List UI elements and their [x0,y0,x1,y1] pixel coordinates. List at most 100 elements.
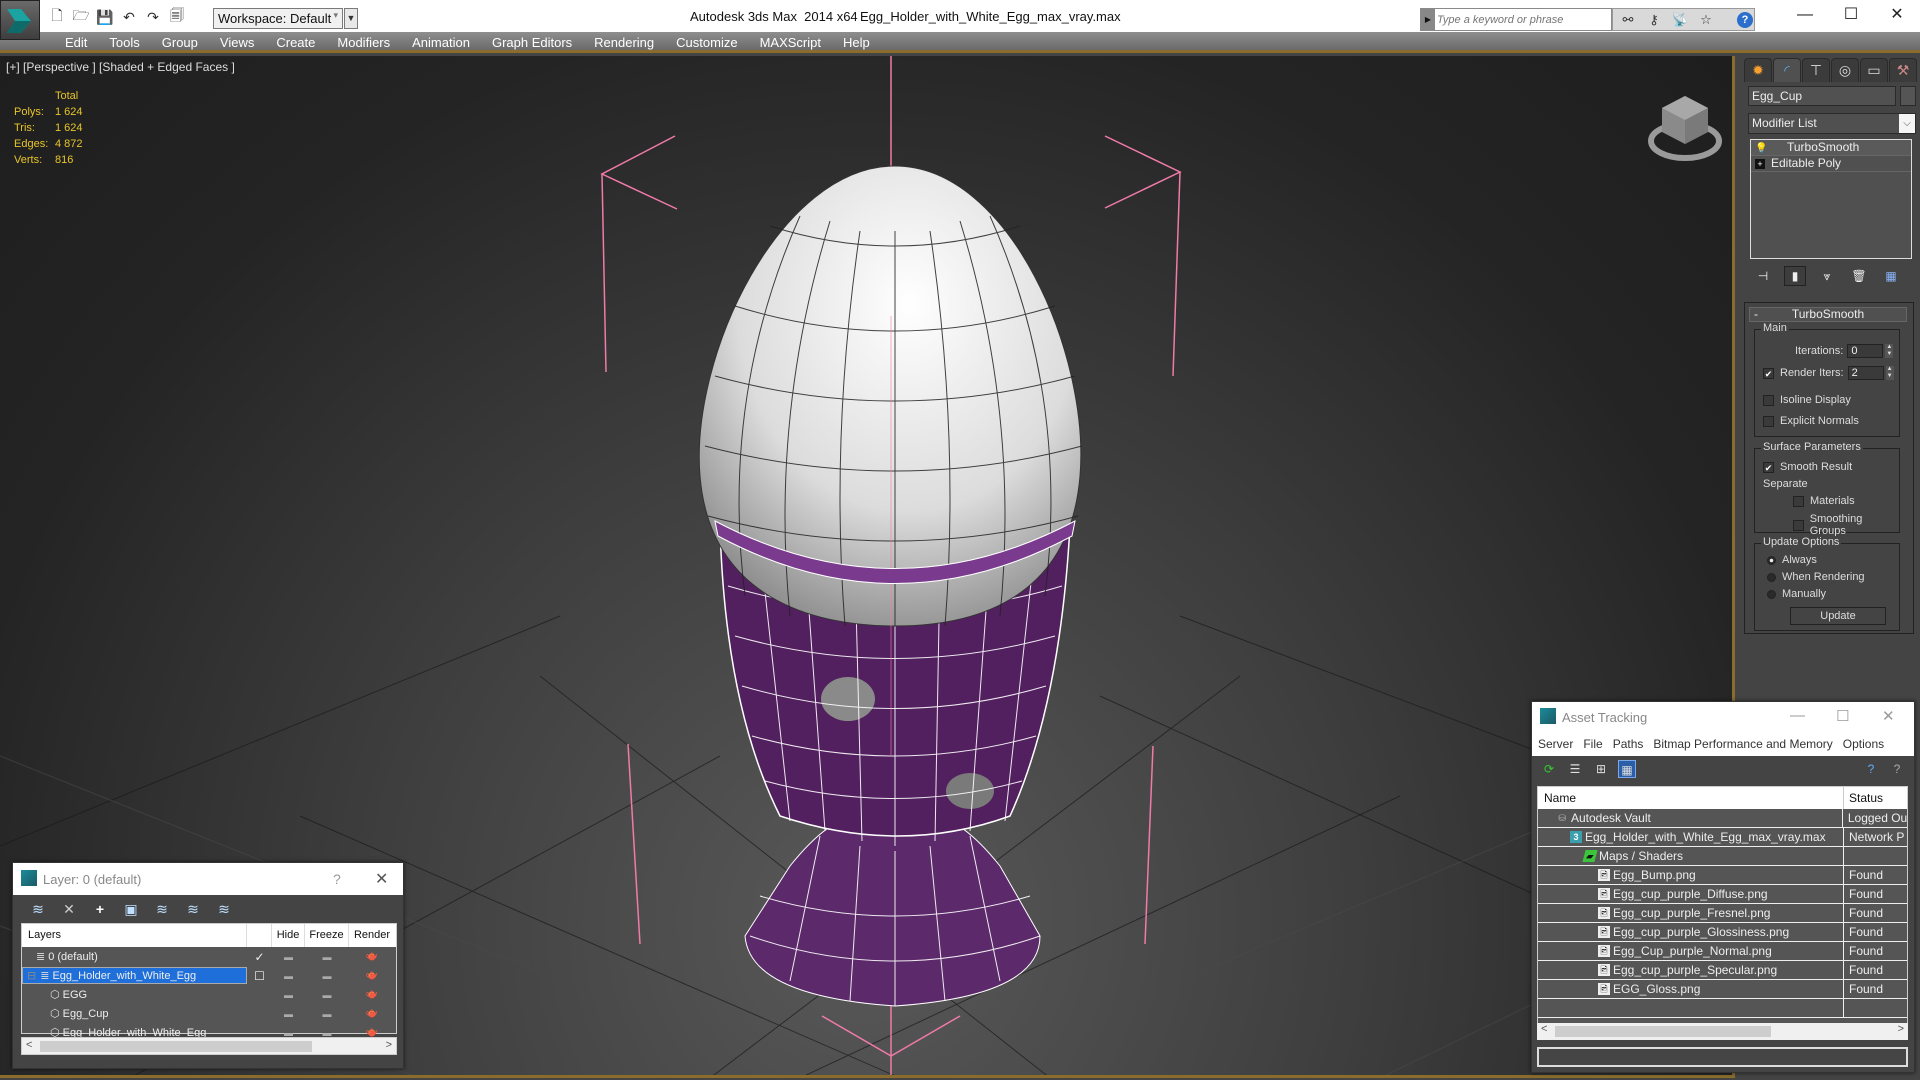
menu-create[interactable]: Create [266,34,327,51]
scroll-left-icon[interactable]: < [26,1039,32,1051]
asset-row[interactable]: ▰ Maps / Shaders [1538,847,1907,866]
show-end-result-icon[interactable]: ▮ [1784,266,1806,286]
column-current[interactable] [247,924,272,947]
create-layer-icon[interactable]: ≋ [29,900,47,918]
horizontal-scrollbar[interactable]: < > [21,1037,397,1055]
render-teapot-icon[interactable]: 🫖 [349,970,395,981]
asset-row[interactable]: 🖻 Egg_cup_purple_Glossiness.png Found [1538,923,1907,942]
radio-button[interactable] [1767,555,1776,565]
current-layer-toggle[interactable]: ✓ [247,950,272,964]
menu-edit[interactable]: Edit [55,34,99,51]
tree-view-icon[interactable]: ⊞ [1592,760,1610,778]
hide-toggle[interactable]: ▬ [272,952,305,962]
scroll-right-icon[interactable]: > [1898,1023,1904,1035]
radio-button[interactable] [1767,572,1776,582]
menu-help[interactable]: Help [833,34,882,51]
layer-settings-icon[interactable]: ≋ [215,900,233,918]
radio-button[interactable] [1767,589,1776,599]
asset-menu-bitmap-performance-and-memory[interactable]: Bitmap Performance and Memory [1653,737,1832,751]
new-file-icon[interactable]: 🗋 [48,7,66,26]
column-name[interactable]: Name [1538,787,1844,809]
utilities-tab[interactable]: ⚒ [1889,58,1917,82]
asset-row[interactable]: 🖻 Egg_cup_purple_Diffuse.png Found [1538,885,1907,904]
menu-rendering[interactable]: Rendering [584,34,666,51]
lightbulb-icon[interactable]: 💡 [1755,141,1777,156]
menu-tools[interactable]: Tools [99,34,151,51]
spinner-arrows-icon[interactable]: ▲ ▼ [1885,366,1894,380]
hide-toggle[interactable]: ▬ [272,990,305,1000]
remove-modifier-icon[interactable]: 🗑 [1848,266,1870,286]
freeze-toggle[interactable]: ▬ [305,990,349,1000]
app-menu-button[interactable] [0,0,40,40]
layer-name-cell[interactable]: ⬡ EGG [22,986,247,1003]
help-button[interactable]: ? [333,871,341,887]
radio-always[interactable]: Always [1767,554,1817,566]
hierarchy-tab[interactable]: ⊤ [1802,58,1830,82]
scroll-right-icon[interactable]: > [386,1039,392,1051]
rollout-header[interactable]: - TurboSmooth [1749,307,1907,322]
display-tab[interactable]: ▭ [1860,58,1888,82]
minimize-button[interactable]: — [1782,0,1828,30]
render-iters-checkbox[interactable]: ✔ [1763,367,1774,379]
undo-icon[interactable]: ↶ [120,8,138,26]
update-button[interactable]: Update [1790,607,1886,625]
layer-row[interactable]: ⬡ EGG ▬ ▬ 🫖 [22,985,396,1004]
smooth-result-checkbox[interactable]: ✔ [1763,461,1774,473]
search-input[interactable] [1437,11,1607,28]
viewcube[interactable] [1640,86,1730,176]
save-icon[interactable]: 💾 [96,8,114,26]
maximize-button[interactable]: ☐ [1836,707,1849,725]
star-icon[interactable]: ☆ [1697,12,1715,28]
expand-arrow-icon[interactable]: ▶ [1421,9,1435,30]
open-file-icon[interactable]: 🗁 [72,7,90,26]
hide-toggle[interactable]: ▬ [272,971,305,981]
render-teapot-icon[interactable]: 🫖 [349,951,395,962]
menu-views[interactable]: Views [210,34,266,51]
close-button[interactable]: ✕ [1882,707,1895,725]
asset-row[interactable]: 🖻 Egg_Cup_purple_Normal.png Found [1538,942,1907,961]
layer-name-cell[interactable]: ⊟ ≣ Egg_Holder_with_White_Egg [22,967,247,984]
freeze-toggle[interactable]: ▬ [305,971,349,981]
help-icon[interactable]: ? [1737,11,1753,28]
hide-toggle[interactable]: ▬ [272,1028,305,1038]
close-button[interactable]: ✕ [1874,0,1920,30]
maximize-button[interactable]: ☐ [1828,0,1874,30]
scrollbar-thumb[interactable] [1555,1026,1771,1037]
asset-row[interactable]: 🖻 Egg_cup_purple_Fresnel.png Found [1538,904,1907,923]
menu-graph-editors[interactable]: Graph Editors [482,34,584,51]
workspace-dropdown[interactable]: Workspace: Default ▾ [213,8,343,29]
toolbar-overflow-button[interactable]: ▼ [344,8,358,29]
materials-checkbox[interactable] [1793,495,1804,507]
render-teapot-icon[interactable]: 🫖 [349,989,395,1000]
modify-tab[interactable]: ◜ [1773,58,1801,82]
freeze-toggle[interactable]: ▬ [305,952,349,962]
scrollbar-thumb[interactable] [40,1041,312,1052]
radio-manually[interactable]: Manually [1767,588,1826,600]
make-current-icon[interactable]: ≋ [184,900,202,918]
asset-menu-server[interactable]: Server [1538,737,1573,751]
select-layer-icon[interactable]: ≋ [153,900,171,918]
help-query-icon[interactable]: ? [1862,760,1880,778]
isoline-checkbox[interactable] [1763,394,1774,406]
create-tab[interactable]: ✹ [1744,58,1772,82]
stack-item-turbosmooth[interactable]: 💡 TurboSmooth [1751,140,1911,156]
pin-stack-icon[interactable]: ⊣ [1752,266,1774,286]
column-status[interactable]: Status [1844,787,1883,809]
menu-group[interactable]: Group [152,34,210,51]
refresh-icon[interactable]: ⟳ [1540,760,1558,778]
smoothing-groups-checkbox[interactable] [1793,519,1804,531]
radio-when-rendering[interactable]: When Rendering [1767,571,1865,583]
minimize-button[interactable]: — [1790,707,1805,724]
asset-row[interactable]: 🖻 EGG_Gloss.png Found [1538,980,1907,999]
layer-row[interactable]: ⬡ Egg_Cup ▬ ▬ 🫖 [22,1004,396,1023]
column-layers[interactable]: Layers [22,924,247,947]
menu-maxscript[interactable]: MAXScript [750,34,833,51]
asset-row[interactable]: 🖻 Egg_Bump.png Found [1538,866,1907,885]
explicit-normals-checkbox[interactable] [1763,415,1774,427]
satellite-icon[interactable]: 📡 [1671,12,1689,28]
project-folder-icon[interactable]: 🗐 [168,7,186,26]
horizontal-scrollbar[interactable]: < > [1537,1023,1908,1040]
layer-row[interactable]: ⊟ ≣ Egg_Holder_with_White_Egg ☐ ▬ ▬ 🫖 [22,966,396,985]
spinner-arrows-icon[interactable]: ▲ ▼ [1885,344,1894,358]
scroll-left-icon[interactable]: < [1541,1023,1547,1035]
